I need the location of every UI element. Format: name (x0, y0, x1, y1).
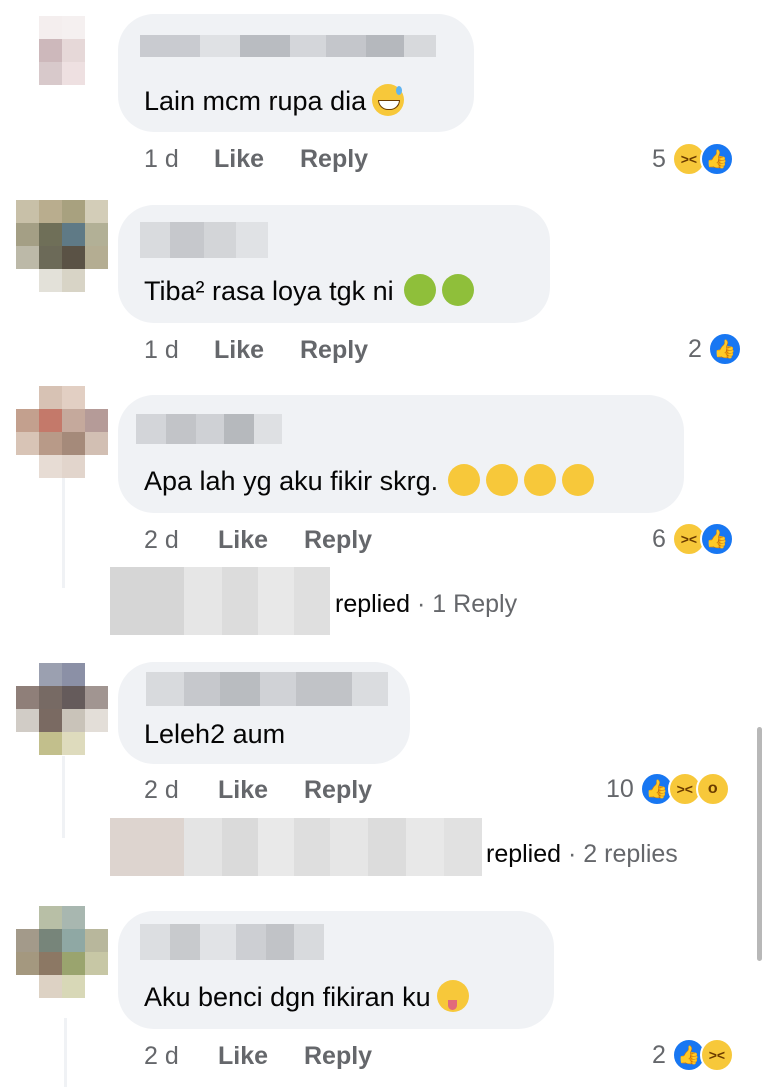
comment-text: Apa lah yg aku fikir skrg. (144, 464, 595, 497)
avatar[interactable] (16, 386, 108, 478)
rofl-emoji-icon (486, 464, 519, 496)
avatar[interactable] (16, 16, 108, 108)
reply-button[interactable]: Reply (304, 526, 372, 555)
view-replies-link[interactable]: replied · 1 Reply (335, 590, 517, 619)
reaction-summary[interactable]: 6 >< 👍 (652, 521, 734, 557)
comment-time[interactable]: 2 d (144, 1042, 179, 1071)
comment-time[interactable]: 1 d (144, 336, 179, 365)
reaction-count: 6 (652, 524, 666, 553)
sweat-smile-emoji-icon (372, 84, 405, 116)
like-button[interactable]: Like (218, 1042, 268, 1071)
rofl-emoji-icon (448, 464, 481, 496)
reply-button[interactable]: Reply (304, 1042, 372, 1071)
reply-button[interactable]: Reply (300, 145, 368, 174)
comment-text: Lain mcm rupa dia (144, 84, 405, 117)
comment-text-content: Lain mcm rupa dia (144, 86, 367, 116)
comment-text: Leleh2 aum (144, 718, 285, 750)
replied-label: replied (335, 590, 411, 618)
comment-text-content: Leleh2 aum (144, 719, 286, 749)
nauseated-emoji-icon (403, 274, 436, 306)
reply-button[interactable]: Reply (300, 336, 368, 365)
zany-emoji-icon (436, 980, 469, 1012)
nauseated-emoji-icon (441, 274, 474, 306)
thread-line (64, 1018, 67, 1087)
reply-count: 1 Reply (432, 590, 518, 618)
haha-reaction-icon: >< (699, 1038, 734, 1072)
commenter-name[interactable] (140, 222, 268, 258)
like-button[interactable]: Like (218, 776, 268, 805)
reply-button[interactable]: Reply (304, 776, 372, 805)
avatar[interactable] (16, 663, 108, 755)
reply-thread-avatars[interactable] (110, 818, 482, 876)
like-reaction-icon: 👍 (699, 142, 734, 176)
rofl-emoji-icon (562, 464, 595, 496)
thread-line (62, 478, 65, 588)
commenter-name[interactable] (140, 35, 436, 57)
avatar[interactable] (16, 906, 108, 998)
commenter-name[interactable] (140, 924, 324, 960)
comment-time[interactable]: 2 d (144, 526, 179, 555)
wow-reaction-icon: o (695, 772, 730, 806)
reaction-summary[interactable]: 5 >< 👍 (652, 141, 734, 177)
reaction-summary[interactable]: 2 👍 (688, 331, 742, 367)
separator-dot: · (568, 840, 577, 868)
comment-text-content: Aku benci dgn fikiran ku (144, 982, 431, 1012)
comment-text-content: Tiba² rasa loya tgk ni (144, 276, 394, 306)
reaction-count: 2 (652, 1040, 666, 1069)
like-reaction-icon: 👍 (707, 332, 742, 366)
rofl-emoji-icon (524, 464, 557, 496)
comment-text: Tiba² rasa loya tgk ni (144, 274, 474, 307)
reply-thread-avatars[interactable] (110, 567, 330, 635)
comment-text-content: Apa lah yg aku fikir skrg. (144, 466, 439, 496)
comment-time[interactable]: 2 d (144, 776, 179, 805)
reaction-summary[interactable]: 10 👍 >< o (606, 771, 730, 807)
like-button[interactable]: Like (218, 526, 268, 555)
view-replies-link[interactable]: replied · 2 replies (486, 840, 678, 869)
commenter-name[interactable] (136, 414, 282, 444)
reaction-count: 2 (688, 334, 702, 363)
commenter-name[interactable] (146, 672, 388, 706)
like-button[interactable]: Like (214, 145, 264, 174)
like-reaction-icon: 👍 (699, 522, 734, 556)
comment-text: Aku benci dgn fikiran ku (144, 980, 469, 1013)
like-button[interactable]: Like (214, 336, 264, 365)
reaction-count: 10 (606, 774, 634, 803)
scrollbar[interactable] (757, 727, 762, 961)
thread-line (62, 756, 65, 838)
separator-dot: · (417, 590, 426, 618)
avatar[interactable] (16, 200, 108, 292)
reply-count: 2 replies (583, 840, 678, 868)
reaction-count: 5 (652, 144, 666, 173)
reaction-summary[interactable]: 2 👍 >< (652, 1037, 734, 1073)
replied-label: replied (486, 840, 562, 868)
comment-time[interactable]: 1 d (144, 145, 179, 174)
